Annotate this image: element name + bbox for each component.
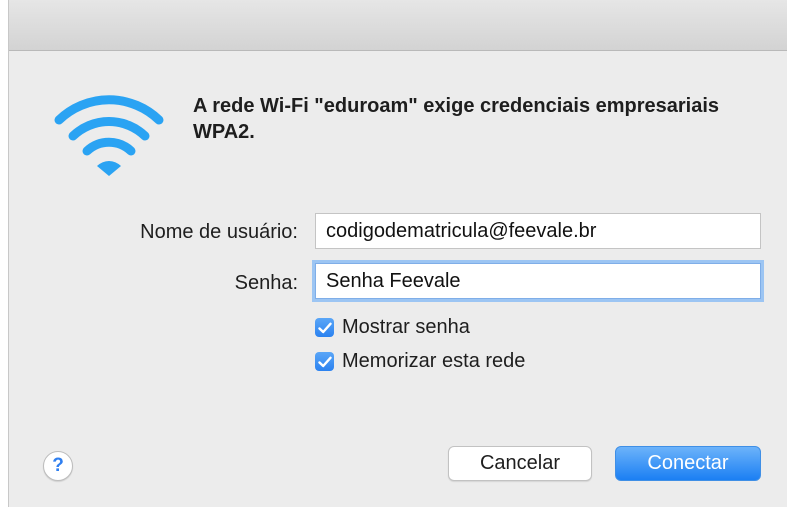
show-password-option[interactable]: Mostrar senha: [315, 316, 470, 339]
password-field[interactable]: [315, 263, 761, 299]
help-button[interactable]: ?: [43, 451, 73, 481]
dialog-message: A rede Wi-Fi "eduroam" exige credenciais…: [193, 95, 720, 143]
help-icon: ?: [52, 455, 64, 476]
password-label: Senha:: [234, 272, 298, 294]
checkmark-icon: [317, 356, 332, 367]
remember-network-option[interactable]: Memorizar esta rede: [315, 350, 525, 373]
checkmark-icon: [317, 322, 332, 333]
username-field[interactable]: [315, 213, 761, 249]
connect-button[interactable]: Conectar: [615, 446, 761, 481]
username-label: Nome de usuário:: [140, 221, 298, 243]
show-password-label: Mostrar senha: [342, 316, 470, 338]
cancel-button[interactable]: Cancelar: [448, 446, 592, 481]
remember-network-label: Memorizar esta rede: [342, 350, 526, 372]
show-password-checkbox[interactable]: [315, 318, 334, 337]
remember-network-checkbox[interactable]: [315, 352, 334, 371]
title-bar[interactable]: [9, 0, 787, 51]
wifi-credentials-dialog: A rede Wi-Fi "eduroam" exige credenciais…: [8, 0, 787, 507]
wifi-icon: [54, 95, 164, 176]
